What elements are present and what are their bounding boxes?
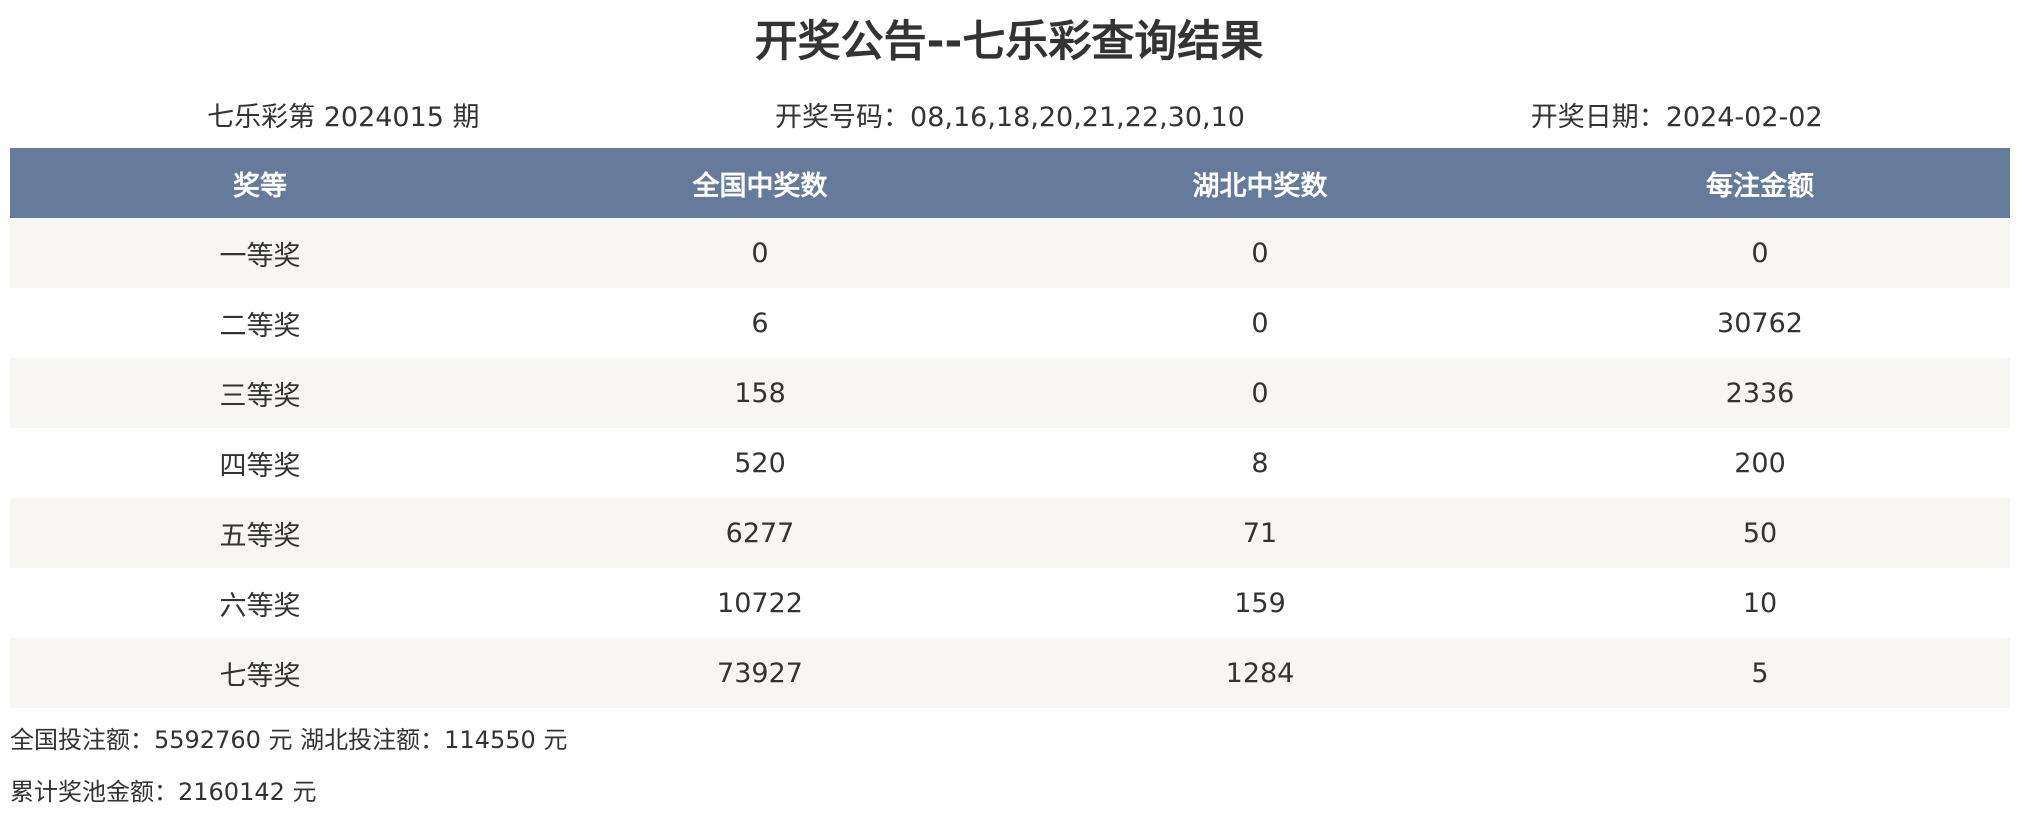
table-row: 四等奖 520 8 200 <box>10 428 2010 498</box>
cell-amount-per-bet: 200 <box>1510 428 2010 498</box>
draw-date: 开奖日期：2024-02-02 <box>1530 102 1823 133</box>
table-row: 二等奖 6 0 30762 <box>10 288 2010 358</box>
jackpot-pool: 累计奖池金额：2160142 元 <box>10 778 317 806</box>
cell-prize-level: 四等奖 <box>10 428 510 498</box>
cell-prize-level: 五等奖 <box>10 498 510 568</box>
cell-hubei-winners: 159 <box>1010 568 1510 638</box>
cell-national-winners: 0 <box>510 218 1010 288</box>
sales-summary: 全国投注额：5592760 元 湖北投注额：114550 元 <box>10 726 568 754</box>
cell-national-winners: 158 <box>510 358 1010 428</box>
cell-amount-per-bet: 30762 <box>1510 288 2010 358</box>
table-row: 七等奖 73927 1284 5 <box>10 638 2010 708</box>
cell-national-winners: 10722 <box>510 568 1010 638</box>
header-prize-level: 奖等 <box>10 148 510 218</box>
table-row: 三等奖 158 0 2336 <box>10 358 2010 428</box>
draw-info-row: 七乐彩第 2024015 期 开奖号码：08,16,18,20,21,22,30… <box>10 96 2010 140</box>
table-row: 一等奖 0 0 0 <box>10 218 2010 288</box>
header-national-winners: 全国中奖数 <box>510 148 1010 218</box>
header-hubei-winners: 湖北中奖数 <box>1010 148 1510 218</box>
table-row: 五等奖 6277 71 50 <box>10 498 2010 568</box>
prize-table: 奖等 全国中奖数 湖北中奖数 每注金额 一等奖 0 0 0 二等奖 6 0 30… <box>10 148 2010 708</box>
cell-hubei-winners: 71 <box>1010 498 1510 568</box>
page: 开奖公告--七乐彩查询结果 七乐彩第 2024015 期 开奖号码：08,16,… <box>0 0 2018 820</box>
cell-amount-per-bet: 0 <box>1510 218 2010 288</box>
cell-hubei-winners: 8 <box>1010 428 1510 498</box>
cell-prize-level: 七等奖 <box>10 638 510 708</box>
table-row: 六等奖 10722 159 10 <box>10 568 2010 638</box>
cell-national-winners: 6 <box>510 288 1010 358</box>
cell-national-winners: 520 <box>510 428 1010 498</box>
cell-hubei-winners: 1284 <box>1010 638 1510 708</box>
cell-hubei-winners: 0 <box>1010 288 1510 358</box>
header-amount-per-bet: 每注金额 <box>1510 148 2010 218</box>
cell-national-winners: 73927 <box>510 638 1010 708</box>
page-title: 开奖公告--七乐彩查询结果 <box>754 17 1264 67</box>
cell-prize-level: 三等奖 <box>10 358 510 428</box>
cell-amount-per-bet: 10 <box>1510 568 2010 638</box>
cell-amount-per-bet: 5 <box>1510 638 2010 708</box>
cell-prize-level: 一等奖 <box>10 218 510 288</box>
cell-amount-per-bet: 50 <box>1510 498 2010 568</box>
draw-issue: 七乐彩第 2024015 期 <box>207 102 480 133</box>
winning-numbers: 开奖号码：08,16,18,20,21,22,30,10 <box>775 102 1245 133</box>
cell-amount-per-bet: 2336 <box>1510 358 2010 428</box>
cell-prize-level: 二等奖 <box>10 288 510 358</box>
cell-national-winners: 6277 <box>510 498 1010 568</box>
cell-prize-level: 六等奖 <box>10 568 510 638</box>
cell-hubei-winners: 0 <box>1010 358 1510 428</box>
table-header-row: 奖等 全国中奖数 湖北中奖数 每注金额 <box>10 148 2010 218</box>
cell-hubei-winners: 0 <box>1010 218 1510 288</box>
